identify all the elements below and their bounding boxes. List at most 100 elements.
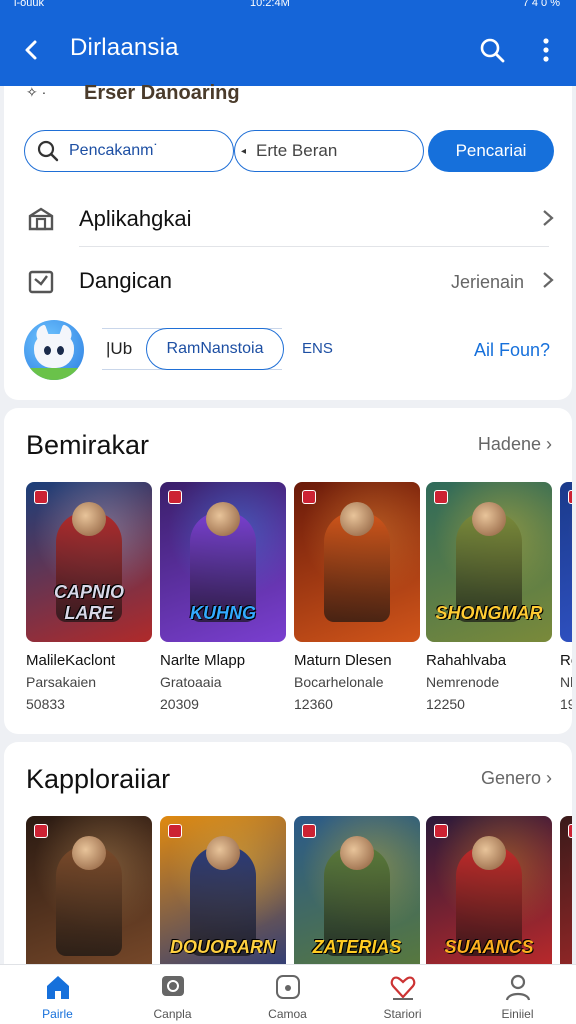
game-cover-image	[26, 816, 152, 976]
section-more-label: Genero	[480, 768, 541, 788]
game-cover-image: SUAANCS	[426, 816, 552, 976]
game-count: 50833	[26, 696, 65, 712]
status-battery: 7 4 0 %	[522, 0, 560, 9]
game-card[interactable]: CAPNIO LARE MalileKaclont Parsakaien 50833	[26, 482, 152, 712]
section-more-link[interactable]: Hadene ›	[478, 434, 552, 455]
section-more-label: Hadene	[477, 434, 541, 454]
game-title: Rahahlvaba	[426, 652, 507, 669]
game-badge-icon	[434, 824, 448, 838]
hero-head	[340, 502, 374, 536]
game-badge-icon	[168, 824, 182, 838]
menu-row-apps[interactable]: Aplikahgkai	[4, 188, 572, 248]
game-title: Ro	[560, 652, 572, 669]
game-carousel[interactable]: CAPNIO LARE MalileKaclont Parsakaien 50833 K…	[4, 482, 572, 722]
game-card[interactable]	[560, 816, 572, 976]
chevron-right-icon	[543, 210, 554, 226]
sparkle-icon: ✧ ·	[26, 84, 47, 100]
profile-row: |Ub RamNanstoia ENS Ail Foun?	[4, 316, 572, 388]
filter-input-text: Erte Beran	[256, 141, 338, 160]
partial-heading: Erser Danoaring	[84, 82, 240, 104]
game-logo: KUHNG	[190, 603, 256, 623]
nav-label: Camoa	[268, 1007, 307, 1021]
game-cover-image	[560, 482, 572, 642]
section-title: Kapploraiiar	[26, 764, 171, 794]
game-card[interactable]: SHONGMAR Rahahlvaba Nemrenode 12250	[426, 482, 552, 712]
hero-head	[206, 502, 240, 536]
nav-camera[interactable]: Camoa	[230, 965, 345, 1024]
page-title: Dirlaansia	[70, 34, 179, 61]
game-card[interactable]: DOUORARN	[160, 816, 286, 976]
bottom-nav: Pairle Canpla Camoa Stariori Einiiel	[0, 964, 576, 1024]
chat-icon	[162, 976, 184, 996]
hero-head	[72, 502, 106, 536]
search-input[interactable]: Pencakanm˙	[24, 130, 234, 172]
profile-icon	[505, 974, 531, 1001]
game-badge-icon	[34, 824, 48, 838]
game-title: MalileKaclont	[26, 652, 116, 669]
game-card[interactable]: Ro Nl 19	[560, 482, 572, 712]
top-card: ✧ · Erser Danoaring Pencakanm˙ ◂ Erte Be…	[4, 82, 572, 400]
nav-profile[interactable]: Einiiel	[460, 965, 575, 1024]
status-bar: l-ouuk 10:2:4M 7 4 0 %	[0, 0, 576, 14]
game-card[interactable]: KUHNG Narlte Mlapp Gratoaaia 20309	[160, 482, 286, 712]
profile-link[interactable]: Ail Foun?	[474, 340, 550, 361]
game-cover-image	[294, 482, 420, 642]
game-cover-image: SHONGMAR	[426, 482, 552, 642]
search-icon[interactable]	[474, 32, 510, 68]
game-logo: ZATERIAS	[312, 937, 402, 957]
game-cover-image: DOUORARN	[160, 816, 286, 976]
game-count: 19	[560, 696, 572, 712]
game-badge-icon	[568, 490, 572, 504]
profile-tag: ENS	[302, 340, 333, 357]
section-more-link[interactable]: Genero ›	[481, 768, 552, 789]
nav-label: Einiiel	[501, 1007, 534, 1021]
game-cover-image: CAPNIO LARE	[26, 482, 152, 642]
nav-chat[interactable]: Canpla	[115, 965, 230, 1024]
storefront-icon	[28, 207, 54, 231]
segment-label[interactable]: |Ub	[106, 339, 132, 359]
game-cover-image: KUHNG	[160, 482, 286, 642]
segmented-control: |Ub RamNanstoia	[102, 328, 284, 370]
more-vert-icon[interactable]	[528, 32, 564, 68]
search-icon	[37, 140, 59, 162]
camera-icon	[276, 975, 300, 999]
menu-row-danger[interactable]: Dangican Jerienain	[4, 250, 572, 310]
caret-icon: ◂	[241, 145, 247, 157]
game-logo: SUAANCS	[444, 937, 534, 957]
game-logo: DOUORARN	[170, 937, 276, 957]
row-divider	[79, 246, 549, 247]
hero-head	[340, 836, 374, 870]
game-card[interactable]: Maturn Dlesen Bocarhelonale 12360	[294, 482, 420, 712]
game-count: 20309	[160, 696, 199, 712]
back-arrow-icon[interactable]	[14, 32, 50, 68]
game-count: 12250	[426, 696, 465, 712]
avatar[interactable]	[24, 320, 84, 380]
menu-row-value: Jerienain	[450, 272, 524, 292]
game-card[interactable]: ZATERIAS	[294, 816, 420, 976]
filter-input[interactable]: ◂ Erte Beran	[234, 130, 424, 172]
game-card[interactable]	[26, 816, 152, 976]
inbox-icon	[28, 270, 54, 294]
section-featured: Bemirakar Hadene › CAPNIO LARE MalileKacl…	[4, 408, 572, 734]
chevron-right-icon: ›	[546, 434, 552, 454]
game-logo: SHONGMAR	[435, 603, 543, 623]
hero-head	[472, 502, 506, 536]
game-badge-icon	[34, 490, 48, 504]
game-badge-icon	[302, 824, 316, 838]
game-card[interactable]: SUAANCS	[426, 816, 552, 976]
segment-pill[interactable]: RamNanstoia	[146, 328, 284, 370]
menu-row-label: Dangican	[79, 268, 172, 293]
hero-head	[72, 836, 106, 870]
nav-home[interactable]: Pairle	[0, 965, 115, 1024]
nav-label: Canpla	[153, 1007, 192, 1021]
app-bar: Dirlaansia	[0, 14, 576, 86]
heart-icon	[390, 976, 416, 1000]
chevron-right-icon: ›	[546, 768, 552, 788]
status-carrier: l-ouuk	[14, 0, 44, 9]
game-cover-image	[560, 816, 572, 976]
nav-favorites[interactable]: Stariori	[345, 965, 460, 1024]
hero-head	[472, 836, 506, 870]
game-genre: Bocarhelonale	[294, 674, 384, 690]
search-button[interactable]: Pencariai	[428, 130, 554, 172]
game-genre: Nemrenode	[426, 674, 500, 690]
